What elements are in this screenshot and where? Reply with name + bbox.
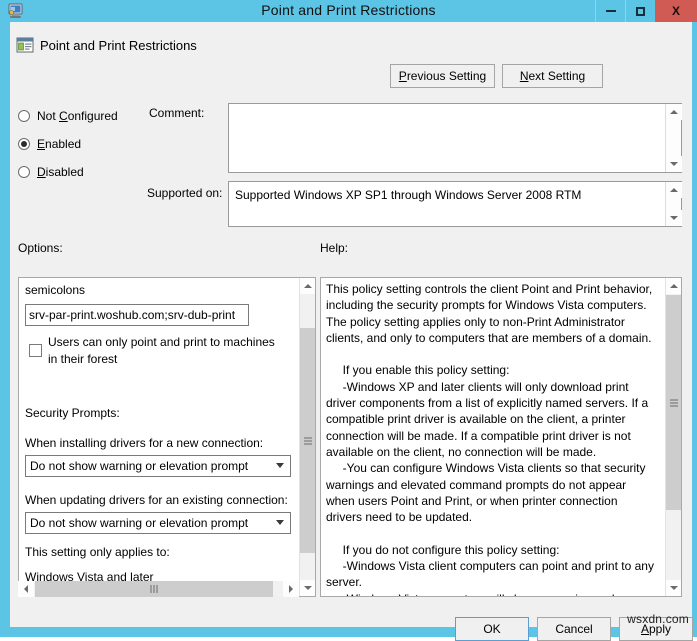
- radio-icon-not-configured: [18, 110, 30, 122]
- title-bar[interactable]: Point and Print Restrictions X: [0, 0, 697, 22]
- help-label: Help:: [320, 241, 349, 255]
- comment-textarea[interactable]: [228, 103, 682, 173]
- radio-icon-enabled: [18, 138, 30, 150]
- print-servers-input[interactable]: srv-par-print.woshub.com;srv-dub-print: [25, 304, 249, 326]
- chevron-left-icon: [24, 585, 28, 593]
- options-scroll-right-button[interactable]: [283, 581, 299, 597]
- installing-drivers-select[interactable]: Do not show warning or elevation prompt: [25, 455, 291, 477]
- chevron-up-icon: [670, 110, 678, 114]
- checkbox-icon-forest-only: [29, 344, 42, 357]
- options-scroll-down-button[interactable]: [300, 580, 315, 596]
- installing-drivers-value: Do not show warning or elevation prompt: [30, 459, 249, 473]
- minimize-button[interactable]: [595, 0, 625, 22]
- options-scroll-up-button[interactable]: [300, 278, 315, 294]
- help-scroll-thumb[interactable]: [666, 295, 681, 510]
- options-horizontal-scrollbar[interactable]: [18, 581, 299, 597]
- close-button[interactable]: X: [655, 0, 697, 22]
- updating-drivers-select[interactable]: Do not show warning or elevation prompt: [25, 512, 291, 534]
- caption-buttons: X: [595, 0, 697, 22]
- forest-only-checkbox-row[interactable]: Users can only point and print to machin…: [29, 334, 279, 368]
- chevron-up-icon: [670, 284, 678, 288]
- page-title: Point and Print Restrictions: [40, 38, 197, 53]
- comment-label: Comment:: [149, 106, 205, 120]
- updating-drivers-value: Do not show warning or elevation prompt: [30, 516, 249, 530]
- forest-only-checkbox-label: Users can only point and print to machin…: [48, 335, 275, 366]
- help-scroll-up-button[interactable]: [666, 278, 681, 294]
- chevron-down-icon: [670, 586, 678, 590]
- minimize-icon: [605, 10, 616, 12]
- help-scroll-down-button[interactable]: [666, 580, 681, 596]
- help-panel: This policy setting controls the client …: [320, 277, 682, 597]
- grip-icon: [304, 437, 312, 444]
- radio-disabled[interactable]: Disabled: [18, 165, 84, 179]
- options-label: Options:: [18, 241, 63, 255]
- chevron-down-icon: [276, 520, 284, 525]
- supported-on-label: Supported on:: [147, 186, 223, 200]
- radio-icon-disabled: [18, 166, 30, 178]
- help-scrollbar[interactable]: [665, 278, 681, 596]
- supported-scroll-down-button[interactable]: [666, 210, 682, 226]
- grip-icon: [150, 585, 158, 593]
- watermark: wsxdn.com: [627, 612, 689, 626]
- chevron-up-icon: [670, 188, 678, 192]
- radio-label-not-configured: Not Configured: [37, 109, 118, 123]
- supported-on-value: Supported Windows XP SP1 through Windows…: [235, 188, 582, 202]
- chevron-down-icon: [276, 463, 284, 468]
- maximize-button[interactable]: [625, 0, 655, 22]
- next-setting-button[interactable]: Next Setting: [502, 64, 603, 88]
- comment-scroll-down-button[interactable]: [666, 156, 682, 172]
- supported-scroll-up-button[interactable]: [666, 182, 682, 198]
- supported-on-textarea[interactable]: Supported Windows XP SP1 through Windows…: [228, 181, 682, 227]
- dialog-client-area: Point and Print Restrictions Previous Se…: [10, 22, 693, 641]
- semicolons-text: semicolons: [25, 283, 86, 297]
- chevron-down-icon: [670, 162, 678, 166]
- radio-label-enabled: Enabled: [37, 137, 82, 151]
- updating-drivers-label: When updating drivers for an existing co…: [25, 493, 288, 507]
- options-content: semicolons srv-par-print.woshub.com;srv-…: [19, 278, 300, 596]
- grip-icon: [670, 399, 678, 406]
- supported-on-scrollbar[interactable]: [665, 182, 682, 226]
- radio-enabled[interactable]: Enabled: [18, 137, 81, 151]
- chevron-up-icon: [304, 284, 312, 288]
- radio-label-disabled: Disabled: [37, 165, 84, 179]
- previous-setting-button[interactable]: Previous Setting: [390, 64, 495, 88]
- comment-scrollbar[interactable]: [665, 104, 682, 172]
- dialog-window: Point and Print Restrictions X Point and: [0, 0, 697, 641]
- installing-drivers-label: When installing drivers for a new connec…: [25, 436, 264, 450]
- options-scroll-thumb[interactable]: [300, 328, 315, 553]
- help-text: This policy setting controls the client …: [326, 282, 654, 596]
- applies-to-label: This setting only applies to:: [25, 545, 170, 559]
- radio-not-configured[interactable]: Not Configured: [18, 109, 118, 123]
- window-title: Point and Print Restrictions: [261, 2, 436, 18]
- maximize-icon: [636, 6, 645, 16]
- comment-scroll-up-button[interactable]: [666, 104, 682, 120]
- chevron-down-icon: [670, 216, 678, 220]
- options-panel: semicolons srv-par-print.woshub.com;srv-…: [18, 277, 316, 597]
- options-hscroll-thumb[interactable]: [35, 581, 273, 597]
- options-scroll-left-button[interactable]: [18, 581, 34, 597]
- chevron-right-icon: [289, 585, 293, 593]
- policy-setting-icon: [16, 36, 34, 54]
- ok-button[interactable]: OK: [455, 617, 529, 641]
- security-prompts-label: Security Prompts:: [25, 406, 120, 420]
- chevron-down-icon: [304, 586, 312, 590]
- options-scrollbar[interactable]: [299, 278, 315, 596]
- cancel-button[interactable]: Cancel: [537, 617, 611, 641]
